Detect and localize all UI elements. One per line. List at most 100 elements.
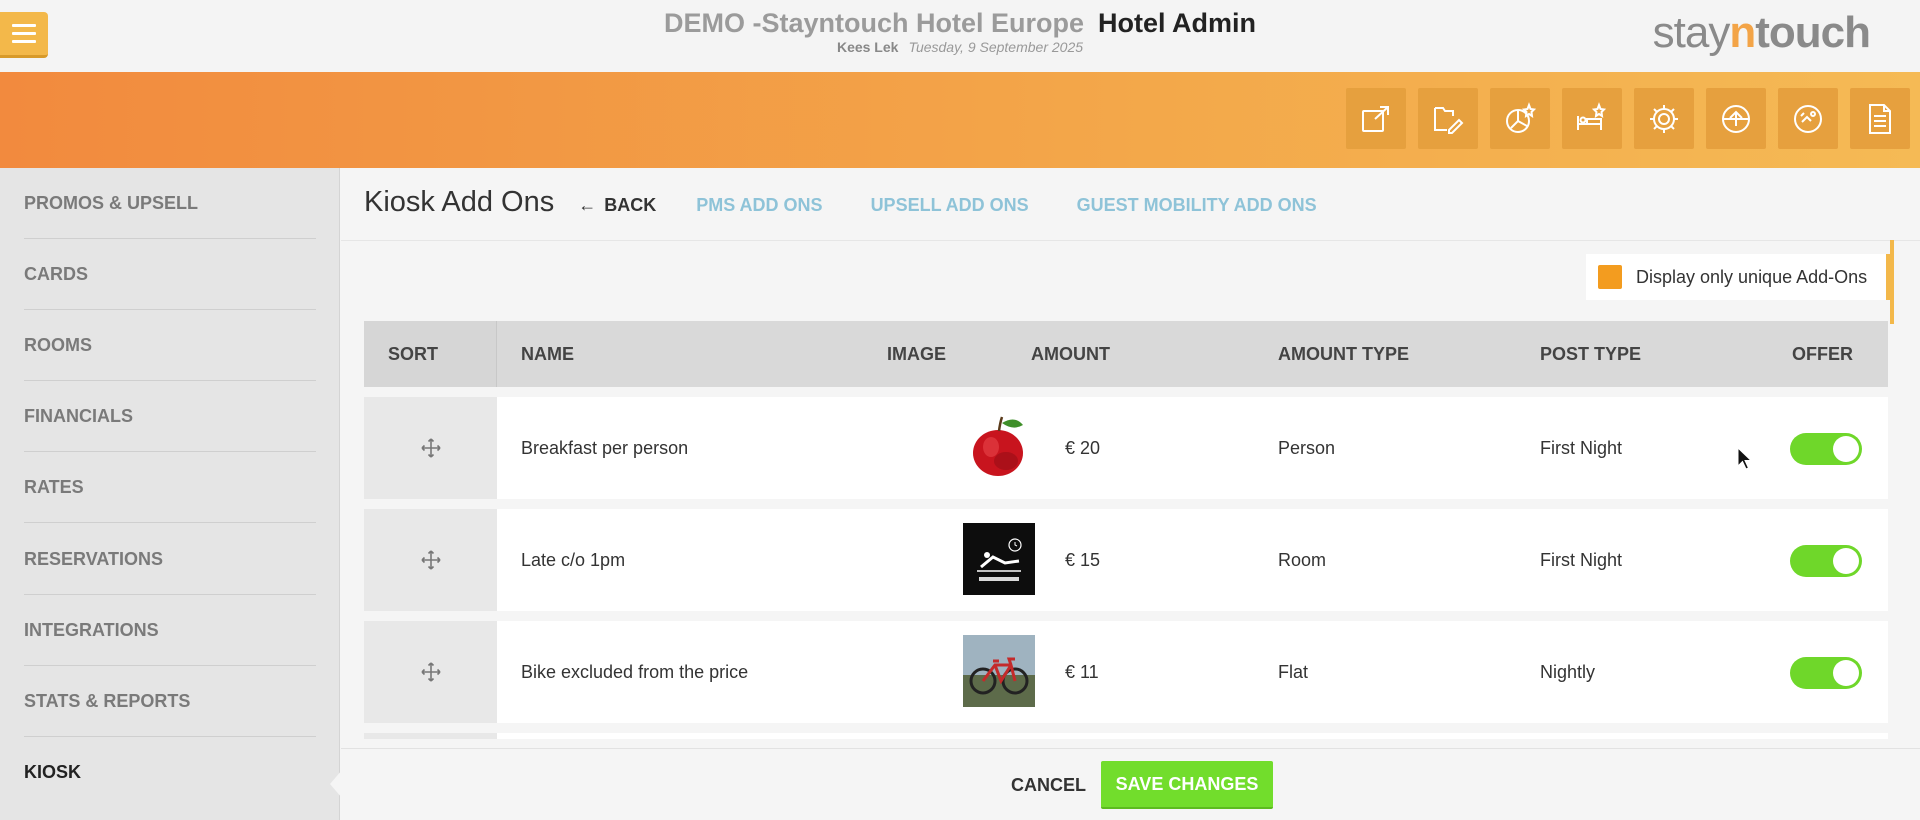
row-body xyxy=(497,733,1888,739)
top-header: DEMO -Stayntouch Hotel Europe Hotel Admin… xyxy=(0,0,1920,72)
offer-toggle[interactable] xyxy=(1790,545,1862,577)
room-star-icon xyxy=(1577,101,1607,130)
back-label: BACK xyxy=(604,195,657,215)
sidebar-item-label: FINANCIALS xyxy=(24,405,133,426)
report-document-icon xyxy=(1869,103,1891,134)
unique-add-ons-filter[interactable]: Display only unique Add-Ons xyxy=(1586,254,1890,300)
addon-amount-type: Flat xyxy=(1278,661,1309,682)
addon-amount: € 15 xyxy=(1065,549,1101,570)
sidebar-item-integrations[interactable]: INTEGRATIONS xyxy=(24,595,316,666)
sidebar: PROMOS & UPSELL CARDS ROOMS FINANCIALS R… xyxy=(0,168,340,820)
settings-gear-icon xyxy=(1650,104,1678,133)
mouse-cursor-icon xyxy=(1737,447,1753,470)
table-row[interactable]: Breakfast per person € 20 Person First N… xyxy=(364,397,1888,499)
settings-button[interactable] xyxy=(1634,88,1694,149)
col-header-name[interactable]: NAME xyxy=(521,321,574,387)
drag-handle[interactable] xyxy=(364,621,497,723)
sidebar-item-label: KIOSK xyxy=(24,762,82,782)
form-footer: CANCEL SAVE CHANGES xyxy=(341,748,1920,820)
col-header-image: IMAGE xyxy=(887,343,947,364)
addon-post-type: First Night xyxy=(1540,549,1623,570)
sidebar-item-rates[interactable]: RATES xyxy=(24,452,316,523)
row-body: Late c/o 1pm € 15 Room First Night xyxy=(497,509,1888,611)
tab-guest-mobility-add-ons[interactable]: GUEST MOBILITY ADD ONS xyxy=(1077,195,1317,216)
drag-handle[interactable] xyxy=(364,509,497,611)
table-row[interactable]: Late c/o 1pm € 15 Room First Night xyxy=(364,509,1888,611)
logo-stay: stay xyxy=(1652,8,1731,57)
unique-add-ons-checkbox[interactable] xyxy=(1598,265,1622,289)
move-arrows-icon xyxy=(420,662,441,682)
toggle-knob xyxy=(1833,548,1859,574)
late-checkout-image xyxy=(963,523,1035,595)
hotel-name: DEMO -Stayntouch Hotel Europe xyxy=(663,8,1085,38)
logo-n: n xyxy=(1729,8,1756,57)
sidebar-item-label: STATS & REPORTS xyxy=(24,690,191,711)
back-arrow-icon: ← xyxy=(578,195,597,215)
cancel-button[interactable]: CANCEL xyxy=(1011,775,1086,796)
apple-image xyxy=(963,411,1035,483)
move-arrows-icon xyxy=(420,550,441,570)
col-header-offer: OFFER xyxy=(1792,343,1853,364)
sidebar-item-label: CARDS xyxy=(24,263,89,284)
addon-post-type: Nightly xyxy=(1540,661,1596,682)
back-button[interactable]: ← BACK xyxy=(578,195,656,216)
move-arrows-icon xyxy=(420,438,441,458)
stats-button[interactable] xyxy=(1490,88,1550,149)
sidebar-item-label: INTEGRATIONS xyxy=(24,619,159,640)
toggle-knob xyxy=(1833,436,1859,462)
stayntouch-logo: stayntouch xyxy=(1652,8,1871,58)
row-body: Bike excluded from the price € 11 Flat N… xyxy=(497,621,1888,723)
col-header-amount[interactable]: AMOUNT xyxy=(1031,321,1110,387)
checkout-button[interactable] xyxy=(1778,88,1838,149)
addon-amount: € 20 xyxy=(1065,437,1101,458)
addon-amount: € 11 xyxy=(1065,661,1099,682)
sidebar-item-promos-upsell[interactable]: PROMOS & UPSELL xyxy=(24,168,316,239)
col-header-post-type[interactable]: POST TYPE xyxy=(1540,321,1641,387)
user-name: Kees Lek xyxy=(836,39,899,55)
sidebar-item-label: PROMOS & UPSELL xyxy=(24,192,199,213)
sidebar-item-cards[interactable]: CARDS xyxy=(24,239,316,310)
external-link-icon xyxy=(1362,105,1389,132)
col-header-amount-type[interactable]: AMOUNT TYPE xyxy=(1278,321,1409,387)
edit-document-button[interactable] xyxy=(1418,88,1478,149)
report-button[interactable] xyxy=(1850,88,1910,149)
edit-document-icon xyxy=(1434,106,1464,134)
rooms-button[interactable] xyxy=(1562,88,1622,149)
table-header: SORT NAME IMAGE AMOUNT AMOUNT TYPE POST … xyxy=(364,321,1888,387)
toggle-knob xyxy=(1833,660,1859,686)
checkout-icon xyxy=(1794,104,1822,133)
sidebar-item-label: ROOMS xyxy=(24,334,93,355)
tab-pms-add-ons[interactable]: PMS ADD ONS xyxy=(696,195,822,216)
sidebar-item-label: RESERVATIONS xyxy=(24,548,164,569)
sidebar-item-financials[interactable]: FINANCIALS xyxy=(24,381,316,452)
addon-post-type: First Night xyxy=(1540,437,1623,458)
logo-touch: touch xyxy=(1755,8,1871,57)
tab-upsell-add-ons[interactable]: UPSELL ADD ONS xyxy=(871,195,1029,216)
current-date: Tuesday, 9 September 2025 xyxy=(908,39,1084,55)
orange-toolbar-bar xyxy=(0,72,1920,168)
page-title: Kiosk Add Ons xyxy=(364,186,555,218)
sidebar-item-kiosk[interactable]: KIOSK xyxy=(24,737,316,808)
add-ons-table: SORT NAME IMAGE AMOUNT AMOUNT TYPE POST … xyxy=(364,321,1888,739)
header-divider xyxy=(341,240,1920,241)
addon-name: Bike excluded from the price xyxy=(521,661,749,682)
offer-toggle[interactable] xyxy=(1790,657,1862,689)
offer-toggle[interactable] xyxy=(1790,433,1862,465)
table-row-partial xyxy=(364,733,1888,739)
drag-handle[interactable] xyxy=(364,397,497,499)
external-link-button[interactable] xyxy=(1346,88,1406,149)
save-changes-button[interactable]: SAVE CHANGES xyxy=(1101,761,1273,809)
stats-star-icon xyxy=(1506,101,1537,133)
sidebar-item-rooms[interactable]: ROOMS xyxy=(24,310,316,381)
row-body: Breakfast per person € 20 Person First N… xyxy=(497,397,1888,499)
sidebar-item-reservations[interactable]: RESERVATIONS xyxy=(24,524,316,595)
col-header-sort[interactable]: SORT xyxy=(388,321,438,387)
hotel-title: DEMO -Stayntouch Hotel Europe Hotel Admin xyxy=(0,8,1920,39)
addon-name: Late c/o 1pm xyxy=(521,549,626,570)
table-row[interactable]: Bike excluded from the price € 11 Flat N… xyxy=(364,621,1888,723)
page-header: Kiosk Add Ons ← BACK PMS ADD ONS UPSELL A… xyxy=(364,186,1365,219)
bike-image xyxy=(963,635,1035,707)
sidebar-item-stats-reports[interactable]: STATS & REPORTS xyxy=(24,666,316,737)
upload-icon xyxy=(1722,104,1750,133)
upload-button[interactable] xyxy=(1706,88,1766,149)
